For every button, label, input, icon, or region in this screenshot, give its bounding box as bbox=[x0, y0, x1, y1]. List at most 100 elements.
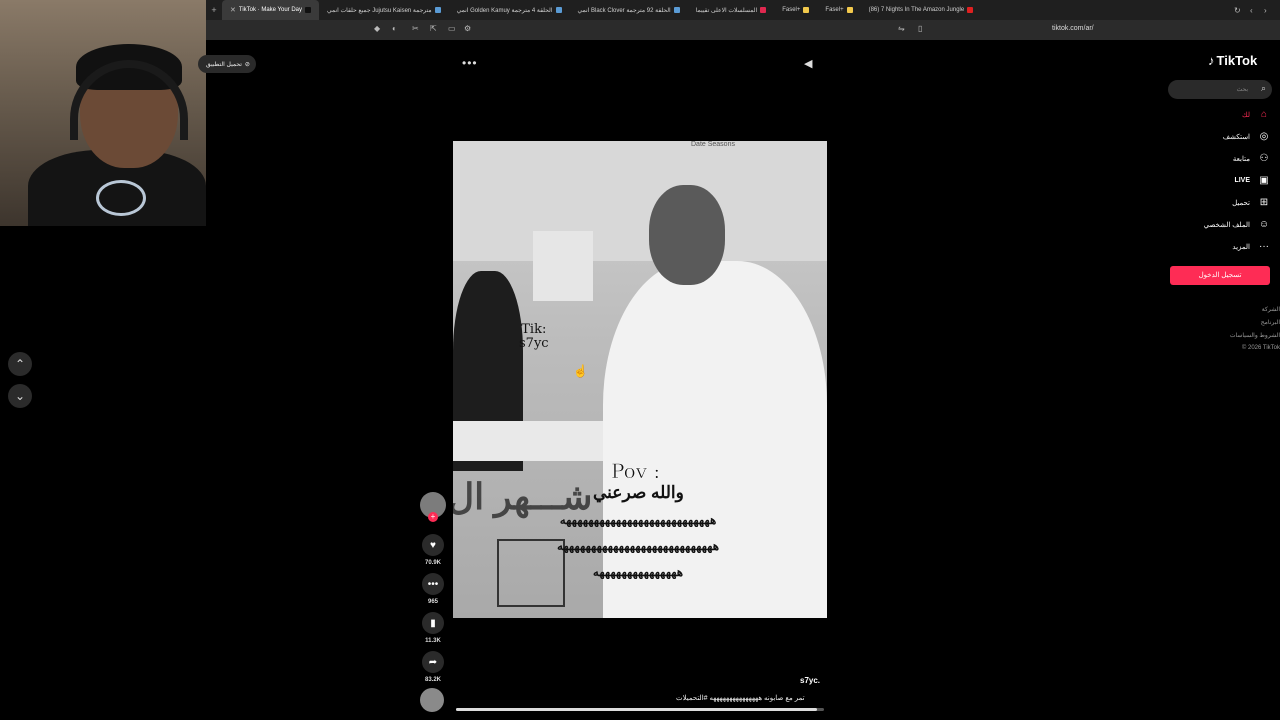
comment-action[interactable]: ••• 965 bbox=[420, 573, 446, 605]
search-placeholder: بحث bbox=[1236, 87, 1248, 93]
search-icon[interactable]: ⌕ bbox=[1261, 83, 1266, 94]
scroll-down-button[interactable]: ⌄ bbox=[8, 384, 32, 408]
browser-tab[interactable]: المسلسلات الاعلى تقييما bbox=[688, 0, 775, 20]
sidebar-item-label: LIVE bbox=[1234, 177, 1250, 184]
settings-icon[interactable]: ⇋ bbox=[898, 24, 905, 33]
tab-favicon-icon bbox=[555, 7, 562, 13]
brand-name: TikTok bbox=[1216, 53, 1258, 68]
pov-caption: Pov : bbox=[611, 459, 661, 484]
sidebar-item-label: الملف الشخصي bbox=[1203, 221, 1250, 229]
mouse-cursor-icon: ☝ bbox=[573, 364, 588, 378]
sidebar-item-label: لك bbox=[1241, 111, 1250, 119]
video-description: تمر مع صابونه هههههههههههههههه #التحميلا… bbox=[676, 695, 805, 702]
browser-tab[interactable]: ✕ TikTok · Make Your Day bbox=[222, 0, 320, 20]
like-count: 70.9K bbox=[424, 560, 441, 566]
tab-label: المسلسلات الاعلى تقييما bbox=[695, 7, 758, 14]
footer-link[interactable]: البرنامج bbox=[1261, 319, 1280, 326]
comment-count: 965 bbox=[427, 599, 438, 605]
video-progress-bar[interactable] bbox=[456, 708, 824, 711]
forward-icon[interactable]: › bbox=[1264, 6, 1267, 15]
close-tab-icon[interactable]: ✕ bbox=[230, 6, 236, 14]
caption-line: هههههههههههههههه bbox=[592, 565, 684, 579]
caption-line: ههههههههههههههههههههههههههههه bbox=[556, 539, 720, 553]
back-icon[interactable]: ‹ bbox=[1250, 6, 1253, 15]
sidebar-item[interactable]: الملف الشخصي ☺ bbox=[1204, 219, 1270, 230]
sidebar-item[interactable]: استكشف ◎ bbox=[1223, 131, 1270, 142]
url-text[interactable]: tiktok.com/ar/ bbox=[1052, 25, 1094, 32]
chevron-down-icon: ⌄ bbox=[14, 389, 26, 403]
bookmark-icon[interactable]: ▮ bbox=[422, 612, 444, 634]
video-progress-fill bbox=[456, 708, 817, 711]
shirt-logo bbox=[96, 180, 146, 216]
reload-icon[interactable]: ↻ bbox=[1234, 6, 1241, 15]
video-player[interactable]: Date Seasons شـــهر ال Tik: s7yc Pov : و… bbox=[453, 141, 827, 618]
extension-icon[interactable]: ◆ bbox=[374, 24, 380, 33]
sidebar-item[interactable]: تحميل ⊞ bbox=[1232, 197, 1270, 208]
share-icon[interactable]: ⇱ bbox=[430, 24, 437, 33]
sidebar-item-label: متابعة bbox=[1232, 155, 1250, 163]
caption-line: والله صرعني bbox=[593, 483, 684, 502]
share-action[interactable]: ➦ 83.2K bbox=[420, 651, 446, 683]
tab-favicon-icon bbox=[760, 7, 767, 13]
chevron-up-icon: ⌃ bbox=[14, 357, 26, 371]
more-options-icon[interactable]: ••• bbox=[462, 56, 478, 70]
new-tab-button[interactable]: + bbox=[206, 5, 222, 15]
tiktok-logo[interactable]: ♪ TikTok bbox=[1208, 53, 1257, 68]
pip-icon[interactable]: ▭ bbox=[448, 24, 456, 33]
video-username[interactable]: s7yc. bbox=[800, 676, 820, 685]
address-bar[interactable]: ◆ ◐ ✂ ⇱ ▭ ⚙ tiktok.com/ar/ ⇋ ▯ ↻ ‹ › bbox=[206, 6, 1280, 40]
tab-favicon-icon bbox=[803, 7, 810, 13]
download-icon: ⊘ bbox=[244, 61, 250, 68]
footer-link[interactable]: الشروط والسياسات bbox=[1230, 332, 1280, 339]
share-count: 83.2K bbox=[424, 677, 441, 683]
tab-favicon-icon bbox=[967, 7, 974, 13]
tab-label: Fasel+ bbox=[782, 7, 801, 13]
browser-tab[interactable]: (86) 7 Nights In The Amazon Jungle bbox=[861, 0, 982, 20]
webcam-overlay bbox=[0, 0, 206, 226]
share-icon[interactable]: ➦ bbox=[422, 651, 444, 673]
sidebar-item[interactable]: متابعة ⚇ bbox=[1233, 153, 1270, 164]
video-board bbox=[533, 231, 593, 301]
get-app-badge[interactable]: تحميل التطبيق ⊘ bbox=[198, 55, 256, 73]
tab-label: انمي Golden Kamuy الحلقة 4 مترجمة bbox=[456, 7, 553, 14]
sidebar-item[interactable]: لك ⌂ bbox=[1242, 109, 1270, 120]
sidebar-item[interactable]: LIVE ▣ bbox=[1234, 175, 1270, 186]
heart-icon[interactable]: ♥ bbox=[422, 534, 444, 556]
login-button[interactable]: تسجيل الدخول bbox=[1170, 266, 1270, 285]
browser-tab[interactable]: انمي Golden Kamuy الحلقة 4 مترجمة bbox=[449, 0, 570, 20]
creator-avatar[interactable]: + bbox=[420, 492, 446, 522]
like-action[interactable]: ♥ 70.9K bbox=[420, 534, 446, 566]
save-action[interactable]: ▮ 11.3K bbox=[420, 612, 446, 644]
following-icon: ⚇ bbox=[1259, 153, 1269, 164]
browser-tab[interactable]: جميع حلقات انمي Jujutsu Kaisen مترجمة bbox=[319, 0, 449, 20]
tab-label: TikTok · Make Your Day bbox=[238, 7, 303, 13]
video-background-wall bbox=[453, 141, 827, 261]
browser-tab[interactable]: انمي Black Clover الحلقة 92 مترجمة bbox=[570, 0, 688, 20]
snip-icon[interactable]: ✂ bbox=[412, 24, 419, 33]
tik-watermark: Tik: s7yc bbox=[519, 322, 549, 351]
video-bg-text: شـــهر ال bbox=[453, 476, 593, 517]
footer-link[interactable]: © 2026 TikTok bbox=[1242, 345, 1280, 351]
bookmark-icon[interactable]: ▯ bbox=[918, 24, 922, 33]
tools-icon[interactable]: ⚙ bbox=[464, 24, 471, 33]
compass-icon: ◎ bbox=[1259, 131, 1269, 142]
tab-bar: + ✕ TikTok · Make Your Day جميع حلقات انمي… bbox=[206, 0, 1280, 20]
sidebar-item[interactable]: المزيد ··· bbox=[1232, 241, 1270, 252]
more-icon: ··· bbox=[1259, 241, 1269, 252]
get-app-label: تحميل التطبيق bbox=[206, 61, 242, 68]
action-rail: + ♥ 70.9K ••• 965 ▮ 11.3K ➦ 83.2K bbox=[420, 492, 446, 712]
follow-plus-icon[interactable]: + bbox=[428, 512, 438, 522]
music-disc-avatar[interactable] bbox=[420, 688, 444, 712]
comment-icon[interactable]: ••• bbox=[422, 573, 444, 595]
profile-icon: ☺ bbox=[1258, 219, 1270, 230]
tab-favicon-icon bbox=[846, 7, 853, 13]
footer-link[interactable]: الشركة bbox=[1262, 306, 1280, 313]
extension-icon[interactable]: ◐ bbox=[392, 24, 397, 33]
browser-tab[interactable]: Fasel+ bbox=[774, 0, 817, 20]
scroll-up-button[interactable]: ⌃ bbox=[8, 352, 32, 376]
browser-tab[interactable]: Fasel+ bbox=[817, 0, 860, 20]
tab-favicon-icon bbox=[673, 7, 680, 13]
volume-icon[interactable]: ◀ bbox=[804, 57, 812, 70]
search-input[interactable]: بحث ⌕ bbox=[1168, 80, 1272, 99]
tab-label: (86) 7 Nights In The Amazon Jungle bbox=[868, 7, 965, 13]
